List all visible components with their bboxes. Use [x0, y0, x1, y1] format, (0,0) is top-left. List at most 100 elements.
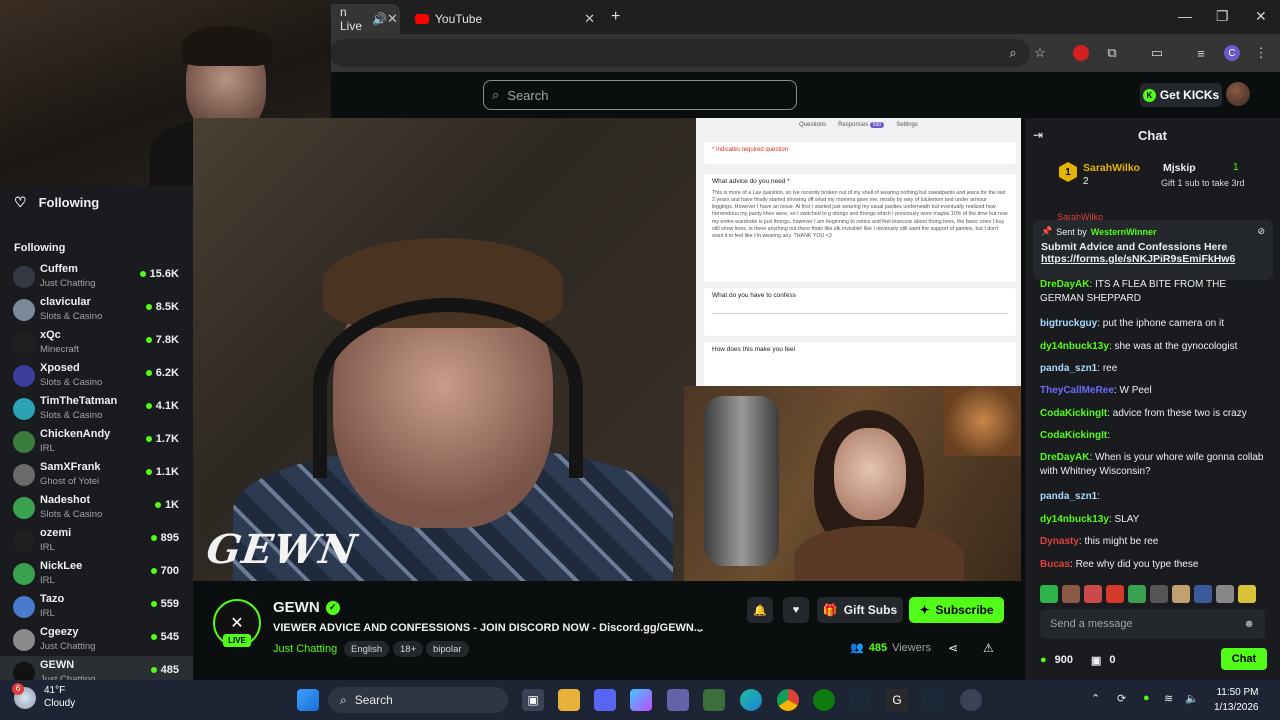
chat-username[interactable]: TheyCallMeRee — [1040, 385, 1114, 396]
sidebar-channel[interactable]: Xposed Slots & Casino 6.2K — [0, 359, 193, 392]
emote-icon[interactable] — [1084, 585, 1102, 603]
tag-english[interactable]: English — [344, 641, 390, 657]
omnibox[interactable] — [330, 39, 1030, 67]
sidebar-channel[interactable]: NickLee IRL 700 — [0, 557, 193, 590]
close-window-icon[interactable]: ✕ — [1255, 8, 1267, 25]
file-explorer-icon[interactable] — [558, 689, 580, 711]
channel-name[interactable]: GEWN — [273, 599, 320, 616]
chat-username[interactable]: panda_szn1 — [1040, 363, 1097, 374]
emote-icon[interactable] — [1062, 585, 1080, 603]
emote-icon[interactable] — [1216, 585, 1234, 603]
chevron-down-icon[interactable]: ⌄ — [695, 622, 704, 635]
send-chat-button[interactable]: Chat — [1221, 648, 1267, 670]
weather-widget[interactable]: 6 41°F Cloudy — [12, 682, 75, 710]
chat-username[interactable]: bigtruckguy — [1040, 318, 1097, 329]
mic-icon[interactable]: ● — [1143, 692, 1150, 704]
chat-username[interactable]: dy14nbuck13y — [1040, 341, 1109, 352]
sidebar-channel[interactable]: ChickenAndy IRL 1.7K — [0, 425, 193, 458]
category-link[interactable]: Just Chatting — [273, 643, 337, 655]
follow-heart-button[interactable]: ♥ — [783, 597, 809, 623]
sidebar-channel[interactable]: ozemi IRL 895 — [0, 524, 193, 557]
new-tab-button[interactable]: + — [611, 8, 620, 26]
extensions-icon[interactable]: ⧉ — [1103, 44, 1121, 62]
sidebar-channel[interactable]: Tazo IRL 559 — [0, 590, 193, 623]
share-icon[interactable]: ⋖ — [948, 641, 958, 655]
xbox-icon[interactable] — [813, 689, 835, 711]
task-view-icon[interactable]: ▣ — [522, 689, 544, 711]
teams-icon[interactable] — [667, 689, 689, 711]
report-icon[interactable]: ⚠ — [983, 641, 994, 655]
leader-second-user[interactable]: Mjskip — [1163, 162, 1196, 174]
emote-icon[interactable] — [1040, 585, 1058, 603]
pinned-user[interactable]: WesternWinner — [1091, 227, 1157, 237]
chat-username[interactable]: CodaKickingIt — [1040, 408, 1107, 419]
system-clock[interactable]: 11:50 PM 1/13/2026 — [1214, 686, 1259, 715]
chat-input[interactable]: Send a message ☻ — [1040, 609, 1265, 639]
subscribe-button[interactable]: ✦ Subscribe — [909, 597, 1004, 623]
windows-start-icon[interactable] — [297, 689, 319, 711]
emote-icon[interactable] — [1172, 585, 1190, 603]
tab-youtube[interactable]: YouTube ✕ — [405, 4, 605, 34]
zoom-icon[interactable]: ⌕ — [1004, 44, 1022, 62]
notification-bell-button[interactable]: 🔔 — [747, 597, 773, 623]
search-placeholder: Search — [507, 87, 549, 103]
steam-alt-icon[interactable] — [922, 689, 944, 711]
emote-icon[interactable] — [1128, 585, 1146, 603]
emote-icon[interactable] — [1194, 585, 1212, 603]
tag-bipolar[interactable]: bipolar — [426, 641, 469, 657]
chrome-icon[interactable] — [777, 689, 799, 711]
gift-subs-button[interactable]: 🎁 Gift Subs — [817, 597, 903, 623]
media-icon[interactable]: ≡ — [1192, 44, 1210, 62]
sync-icon[interactable]: ⟳ — [1117, 692, 1126, 705]
profile-avatar[interactable]: C — [1223, 44, 1241, 62]
media-player-icon[interactable] — [703, 689, 725, 711]
user-avatar[interactable] — [1226, 82, 1250, 106]
sidebar-channel[interactable]: Cgeezy Just Chatting 545 — [0, 623, 193, 656]
sidebar-channel[interactable]: Nadeshot Slots & Casino 1K — [0, 491, 193, 524]
chat-username[interactable]: CodaKickingIt — [1040, 430, 1107, 441]
tray-chevron-icon[interactable]: ⌃ — [1091, 692, 1100, 705]
edge-icon[interactable] — [740, 689, 762, 711]
sidebar-channel[interactable]: xQc Minecraft 7.8K — [0, 326, 193, 359]
leader-first-user[interactable]: SarahWilko — [1083, 162, 1140, 174]
taskbar-search[interactable]: ⌕ Search — [328, 687, 508, 713]
settings-app-icon[interactable] — [960, 689, 982, 711]
search-input[interactable]: ⌕ Search — [483, 80, 797, 110]
emote-icon[interactable] — [1150, 585, 1168, 603]
cast-icon[interactable]: ▭ — [1148, 44, 1166, 62]
unpin-icon[interactable]: ⊘ — [1257, 226, 1265, 237]
chat-username[interactable]: Dynasty — [1040, 536, 1079, 547]
chat-username[interactable]: dy14nbuck13y — [1040, 514, 1109, 525]
minimize-icon[interactable]: — — [1178, 8, 1192, 24]
copilot-icon[interactable] — [630, 689, 652, 711]
chat-username[interactable]: DreDayAK — [1040, 452, 1089, 463]
emote-icon[interactable] — [1238, 585, 1256, 603]
following-header[interactable]: ♡ Following — [14, 194, 99, 211]
video-player[interactable]: GEWN Questions Responses 500 Settings * … — [193, 118, 1021, 581]
emoji-icon[interactable]: ☻ — [1243, 618, 1255, 630]
bookmark-star-icon[interactable]: ☆ — [1031, 44, 1049, 62]
pinned-link[interactable]: https://forms.gle/sNKJPiR9sEmiFkHw6 — [1041, 253, 1265, 265]
get-kicks-button[interactable]: K Get KICKs — [1140, 83, 1222, 107]
menu-kebab-icon[interactable]: ⋮ — [1252, 44, 1270, 62]
emote-icon[interactable] — [1106, 585, 1124, 603]
lamp-light — [944, 386, 1021, 456]
chat-username[interactable]: panda_szn1 — [1040, 491, 1097, 502]
close-tab-icon[interactable]: ✕ — [387, 11, 398, 27]
volume-icon[interactable]: 🔈 — [1185, 692, 1199, 705]
sidebar-channel[interactable]: clavicular Slots & Casino 8.5K — [0, 293, 193, 326]
channel-name: ChickenAndy — [40, 428, 111, 440]
discord-icon[interactable] — [594, 689, 616, 711]
gaming-icon[interactable]: G — [886, 689, 908, 711]
chat-username[interactable]: DreDayAK — [1040, 279, 1089, 290]
extension-red-icon[interactable] — [1072, 44, 1090, 62]
chat-username[interactable]: Bucas — [1040, 559, 1070, 570]
sidebar-channel[interactable]: TimTheTatman Slots & Casino 4.1K — [0, 392, 193, 425]
sidebar-channel[interactable]: SamXFrank Ghost of Yotei 1.1K — [0, 458, 193, 491]
steam-icon[interactable] — [849, 689, 871, 711]
close-tab-icon[interactable]: ✕ — [584, 11, 595, 27]
restore-icon[interactable]: ❐ — [1216, 8, 1229, 25]
tag-18plus[interactable]: 18+ — [393, 641, 424, 657]
sidebar-channel[interactable]: Cuffem Just Chatting 15.6K — [0, 260, 193, 293]
wifi-icon[interactable]: ≋ — [1164, 692, 1173, 705]
